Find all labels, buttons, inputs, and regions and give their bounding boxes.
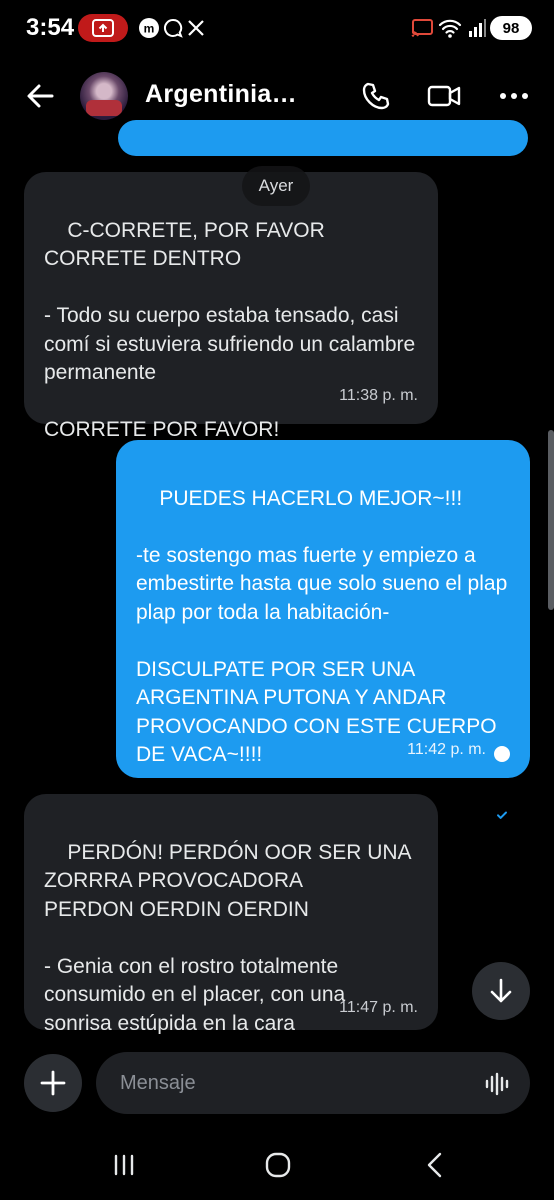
battery-indicator: 98	[490, 16, 532, 40]
plus-icon	[40, 1070, 66, 1096]
cast-icon	[410, 14, 434, 42]
threads-icon: m	[138, 14, 160, 42]
chat-screen: 3:54 m 98 Argentinia… C-CORRETE, POR FAV…	[0, 0, 554, 1200]
date-divider: Ayer	[242, 166, 310, 206]
message-bubble-incoming[interactable]: C-CORRETE, POR FAVOR CORRETE DENTRO - To…	[24, 172, 438, 441]
scrollbar[interactable]	[548, 430, 554, 610]
attach-button[interactable]	[24, 1054, 82, 1112]
read-check-icon	[494, 746, 510, 819]
back-arrow-icon[interactable]	[22, 78, 58, 114]
more-icon[interactable]	[494, 76, 534, 116]
nav-back-icon[interactable]	[414, 1148, 454, 1182]
recent-apps-icon[interactable]	[104, 1148, 144, 1182]
contact-name[interactable]: Argentinia…	[145, 80, 297, 109]
wifi-icon	[438, 14, 462, 42]
x-logo-icon	[186, 14, 206, 42]
svg-text:m: m	[144, 22, 155, 36]
arrow-down-icon	[490, 978, 512, 1003]
system-nav-bar	[0, 1130, 554, 1200]
chat-bubble-icon	[162, 14, 184, 42]
message-bubble-outgoing[interactable]: PUEDES HACERLO MEJOR~!!! -te sostengo ma…	[116, 440, 530, 819]
message-bubble-incoming[interactable]: PERDÓN! PERDÓN OOR SER UNA ZORRRA PROVOC…	[24, 794, 438, 1035]
screen-record-icon[interactable]	[78, 14, 128, 42]
scroll-to-bottom-button[interactable]	[472, 962, 530, 1020]
voice-message-icon[interactable]	[484, 1070, 512, 1098]
status-bar: 3:54 m 98	[0, 0, 554, 56]
home-icon[interactable]	[258, 1148, 298, 1182]
message-text: PUEDES HACERLO MEJOR~!!! -te sostengo ma…	[136, 486, 508, 767]
message-timestamp: 11:38 p. m.	[339, 386, 418, 404]
message-timestamp: 11:42 p. m.	[407, 740, 486, 758]
avatar[interactable]	[80, 72, 128, 120]
video-camera-icon[interactable]	[424, 76, 464, 116]
status-time: 3:54	[26, 14, 75, 41]
message-timestamp: 11:47 p. m.	[339, 998, 418, 1016]
message-input[interactable]	[96, 1052, 530, 1114]
phone-icon[interactable]	[356, 76, 396, 116]
previous-message-bubble[interactable]	[118, 120, 528, 156]
signal-icon	[466, 14, 488, 42]
